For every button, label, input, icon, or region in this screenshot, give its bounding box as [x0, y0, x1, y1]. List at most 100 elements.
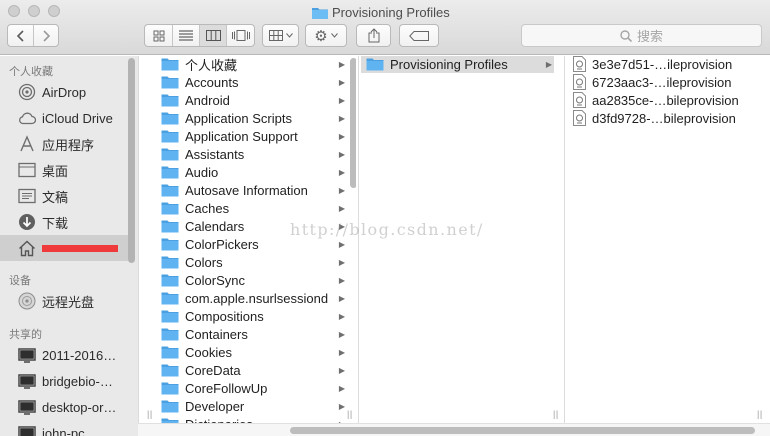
disclosure-arrow-icon: ▶ [338, 329, 345, 339]
folder-icon [161, 183, 179, 197]
list-view-button[interactable] [172, 25, 199, 46]
sidebar-item-shared-computer[interactable]: desktop-or… [0, 394, 128, 420]
folder-icon [161, 111, 179, 125]
folder-row[interactable]: CoreFollowUp ▶ [161, 379, 347, 397]
row-label: Caches [185, 200, 230, 216]
folder-icon [161, 129, 179, 143]
devices-header: 设备 [9, 275, 31, 287]
folder-row[interactable]: ColorSync ▶ [161, 271, 347, 289]
folder-icon [161, 399, 179, 413]
folder-row[interactable]: Dictionaries▶ [161, 415, 347, 423]
sidebar-item-shared-computer[interactable]: 2011-2016… [0, 342, 128, 368]
folder-row[interactable]: Colors ▶ [161, 253, 347, 271]
sidebar-item-downloads[interactable]: 下载 [0, 209, 128, 235]
sidebar-item-shared-computer[interactable]: bridgebio-… [0, 368, 128, 394]
folder-row[interactable]: Compositions ▶ [161, 307, 347, 325]
sidebar-item-documents[interactable]: 文稿 [0, 183, 128, 209]
horizontal-scrollbar[interactable] [138, 423, 770, 436]
file-row[interactable]: aa2835ce-…bileprovision [573, 91, 769, 109]
sidebar-item-icloud-drive[interactable]: iCloud Drive [0, 105, 128, 131]
chevron-right-icon [43, 29, 50, 42]
row-label: Cookies [185, 344, 232, 360]
folder-row[interactable]: Application Support ▶ [161, 127, 347, 145]
folder-icon [161, 291, 179, 305]
tag-button[interactable] [400, 25, 438, 46]
favorites-header: 个人收藏 [9, 66, 53, 78]
disc-icon [18, 292, 36, 310]
sidebar-scrollbar[interactable] [128, 58, 135, 263]
sidebar-item-label: 2011-2016… [42, 347, 117, 363]
mobiledevice-column: | | Provisioning Profiles ▶ [358, 56, 563, 423]
back-button[interactable] [8, 25, 33, 46]
horizontal-scroll-thumb[interactable] [290, 427, 755, 434]
action-button[interactable]: ⚙ [306, 25, 346, 46]
action-menu: ⚙ [305, 24, 347, 47]
file-row[interactable]: 3e3e7d51-…ileprovision [573, 56, 769, 73]
zoom-window-button[interactable] [48, 5, 60, 17]
column-view-button[interactable] [199, 25, 226, 46]
folder-icon [161, 345, 179, 359]
icon-view-button[interactable] [145, 25, 172, 46]
sidebar-item-label: iCloud Drive [42, 110, 113, 126]
folder-row[interactable]: Developer ▶ [161, 397, 347, 415]
folder-row[interactable]: Autosave Information ▶ [161, 181, 347, 199]
sidebar-item-airdrop[interactable]: AirDrop [0, 79, 128, 105]
share-button[interactable] [357, 25, 390, 46]
folder-row[interactable]: 个人收藏 ▶ [161, 56, 347, 73]
column-scrollbar[interactable] [350, 58, 356, 188]
sidebar-item-shared-computer[interactable]: john-pc [0, 420, 128, 436]
sidebar-item-desktop[interactable]: 桌面 [0, 157, 128, 183]
row-label: Application Support [185, 128, 298, 144]
chevron-left-icon [16, 29, 24, 42]
close-window-button[interactable] [8, 5, 20, 17]
disclosure-arrow-icon: ▶ [338, 59, 345, 69]
file-row[interactable]: d3fd9728-…bileprovision [573, 109, 769, 127]
disclosure-arrow-icon: ▶ [338, 113, 345, 123]
computer-icon [18, 372, 36, 390]
sidebar-item-label: bridgebio-… [42, 373, 113, 389]
folder-row[interactable]: Accounts ▶ [161, 73, 347, 91]
disclosure-arrow-icon: ▶ [338, 167, 345, 177]
sidebar-item-applications[interactable]: 应用程序 [0, 131, 128, 157]
coverflow-view-button[interactable] [226, 25, 254, 46]
sidebar-item-label: john-pc [42, 425, 85, 436]
sidebar-item-home[interactable] [0, 235, 128, 261]
minimize-window-button[interactable] [28, 5, 40, 17]
column-resize-handle[interactable]: | | [757, 409, 762, 419]
column-resize-handle[interactable]: | | [553, 409, 558, 419]
folder-icon [161, 363, 179, 377]
sidebar-item-label: 远程光盘 [42, 294, 95, 310]
row-label: Colors [185, 254, 223, 270]
search-icon [620, 29, 632, 42]
arrange-button[interactable] [263, 25, 298, 46]
column-resize-handle[interactable]: | | [347, 409, 352, 419]
folder-row[interactable]: com.apple.nsurlsessiond ▶ [161, 289, 347, 307]
provisioning-file-icon [573, 56, 586, 72]
folder-row[interactable]: Assistants ▶ [161, 145, 347, 163]
redaction-bar [42, 245, 118, 252]
folder-row[interactable]: Provisioning Profiles ▶ [361, 56, 554, 73]
sidebar-item-remote-disc[interactable]: 远程光盘 [0, 288, 128, 314]
folder-row[interactable]: Android ▶ [161, 91, 347, 109]
folder-icon [161, 255, 179, 269]
folder-row[interactable]: Cookies ▶ [161, 343, 347, 361]
computer-icon [18, 398, 36, 416]
folder-row[interactable]: CoreData ▶ [161, 361, 347, 379]
search-field[interactable]: 搜索 [521, 24, 762, 47]
folder-row[interactable]: Containers ▶ [161, 325, 347, 343]
row-label: Calendars [185, 218, 245, 234]
folder-icon [161, 57, 179, 71]
folder-icon [161, 147, 179, 161]
folder-icon [161, 327, 179, 341]
gear-icon: ⚙ [314, 27, 328, 45]
folder-row[interactable]: Audio ▶ [161, 163, 347, 181]
folder-row[interactable]: Caches ▶ [161, 199, 347, 217]
column-resize-handle[interactable]: | | [147, 409, 152, 419]
file-row[interactable]: 6723aac3-…ileprovision [573, 73, 769, 91]
forward-button[interactable] [33, 25, 58, 46]
provisioning-file-icon [573, 92, 586, 108]
applications-icon [18, 135, 36, 153]
folder-row[interactable]: Application Scripts ▶ [161, 109, 347, 127]
folder-icon [366, 57, 384, 71]
row-label: Developer [185, 398, 245, 414]
